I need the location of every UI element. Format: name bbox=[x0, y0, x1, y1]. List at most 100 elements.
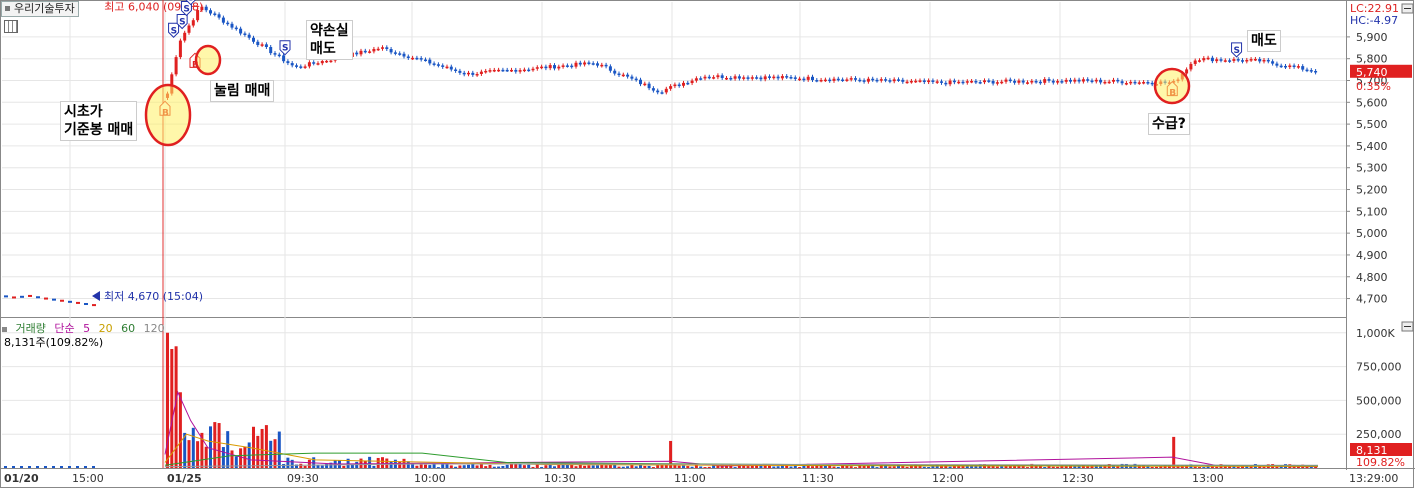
volume-bar bbox=[1202, 467, 1206, 468]
price-candle bbox=[475, 73, 479, 76]
legend-ma60[interactable]: 60 bbox=[121, 322, 135, 335]
price-candle bbox=[587, 62, 591, 64]
volume-bar bbox=[1176, 466, 1180, 468]
price-candle bbox=[634, 78, 638, 81]
volume-bar bbox=[497, 466, 501, 468]
price-candle bbox=[307, 62, 311, 67]
volume-bar bbox=[587, 465, 591, 468]
volume-bar bbox=[768, 465, 771, 468]
price-candle bbox=[1021, 80, 1025, 83]
volume-bar bbox=[1193, 466, 1197, 468]
price-candle bbox=[312, 62, 316, 64]
price-candle bbox=[1223, 60, 1227, 62]
volume-bar bbox=[793, 465, 797, 468]
prev-session-candle bbox=[44, 297, 48, 300]
volume-bar bbox=[514, 464, 518, 468]
price-candle bbox=[178, 40, 182, 58]
price-candle bbox=[772, 76, 776, 79]
price-candle bbox=[1120, 81, 1124, 84]
price-candle bbox=[1051, 80, 1055, 83]
price-candle bbox=[1069, 79, 1072, 82]
prev-session-candle bbox=[12, 296, 16, 299]
window-title[interactable]: 우리기술투자 bbox=[1, 1, 79, 17]
volume-bar bbox=[325, 463, 329, 468]
price-candle bbox=[1215, 59, 1219, 62]
grid-icon[interactable] bbox=[4, 20, 18, 33]
price-candle bbox=[325, 60, 329, 63]
price-candle bbox=[961, 81, 965, 84]
price-candle bbox=[183, 32, 187, 41]
volume-bar bbox=[1056, 466, 1060, 468]
price-candle bbox=[677, 84, 681, 87]
price-candle bbox=[1026, 82, 1029, 84]
prev-session-candle bbox=[92, 304, 96, 307]
price-candle bbox=[234, 27, 238, 30]
volume-bar bbox=[643, 465, 647, 468]
time-tick-label: 12:00 bbox=[932, 472, 964, 485]
price-candle bbox=[411, 57, 415, 60]
price-candle bbox=[1043, 79, 1047, 83]
volume-bar bbox=[596, 465, 599, 468]
prev-volume-bar bbox=[52, 466, 55, 468]
ma5-line bbox=[164, 390, 1319, 468]
price-candle bbox=[948, 80, 952, 85]
price-candle bbox=[1129, 81, 1133, 84]
price-candle bbox=[544, 66, 548, 69]
volume-bar bbox=[260, 428, 264, 468]
volume-bar bbox=[226, 431, 230, 468]
volume-bar bbox=[905, 466, 909, 468]
volume-bar bbox=[428, 465, 432, 468]
price-candle bbox=[978, 82, 982, 84]
price-candle bbox=[277, 54, 281, 57]
prev-volume-bar bbox=[36, 466, 39, 468]
price-candle bbox=[922, 80, 926, 83]
price-candle bbox=[1017, 80, 1021, 83]
volume-bar bbox=[647, 465, 651, 468]
price-candle bbox=[1292, 65, 1296, 68]
time-tick-label: 13:29:00 bbox=[1349, 472, 1398, 485]
legend-ma120[interactable]: 120 bbox=[144, 322, 165, 335]
price-candle bbox=[269, 46, 273, 54]
prev-volume-bar bbox=[92, 466, 95, 468]
sell-marker-letter: S bbox=[183, 4, 189, 14]
price-tick-label: 5,300 bbox=[1356, 162, 1388, 175]
price-candle bbox=[660, 92, 664, 94]
price-candle bbox=[927, 80, 931, 83]
price-candle bbox=[1253, 58, 1257, 61]
volume-bar bbox=[441, 464, 445, 468]
price-candle bbox=[505, 69, 509, 72]
price-candle bbox=[217, 14, 221, 18]
price-candle bbox=[191, 20, 195, 26]
chart-canvas[interactable]: 5,9005,8005,7005,6005,5005,4005,3005,200… bbox=[0, 0, 1415, 488]
price-candle bbox=[359, 50, 363, 55]
price-candle bbox=[1094, 79, 1098, 82]
price-candle bbox=[879, 79, 883, 81]
price-candle bbox=[553, 65, 556, 69]
volume-bar bbox=[492, 466, 496, 468]
price-candle bbox=[290, 63, 294, 66]
volume-bar bbox=[1155, 466, 1158, 468]
price-candle bbox=[626, 74, 630, 77]
price-candle bbox=[750, 77, 754, 79]
price-candle bbox=[1219, 59, 1223, 61]
volume-tick-label: 250,000 bbox=[1356, 428, 1402, 441]
price-candle bbox=[510, 69, 513, 72]
price-candle bbox=[389, 49, 393, 53]
time-tick-label: 01/25 bbox=[167, 472, 202, 485]
volume-bar bbox=[424, 464, 427, 468]
price-candle bbox=[1056, 81, 1060, 83]
volume-bar bbox=[1198, 467, 1201, 468]
volume-bar bbox=[626, 466, 630, 468]
volume-bar bbox=[264, 425, 268, 468]
price-candle bbox=[785, 76, 789, 78]
volume-bar bbox=[406, 461, 410, 468]
prev-volume-bar bbox=[60, 466, 63, 468]
current-volume-ratio: 109.82% bbox=[1356, 456, 1405, 469]
volume-bar bbox=[540, 467, 544, 468]
prev-session-candle bbox=[36, 296, 40, 299]
volume-bar bbox=[565, 464, 569, 468]
volume-bar bbox=[252, 426, 255, 468]
price-candle bbox=[458, 70, 462, 73]
time-tick-label: 09:30 bbox=[287, 472, 319, 485]
price-candle bbox=[802, 78, 806, 81]
